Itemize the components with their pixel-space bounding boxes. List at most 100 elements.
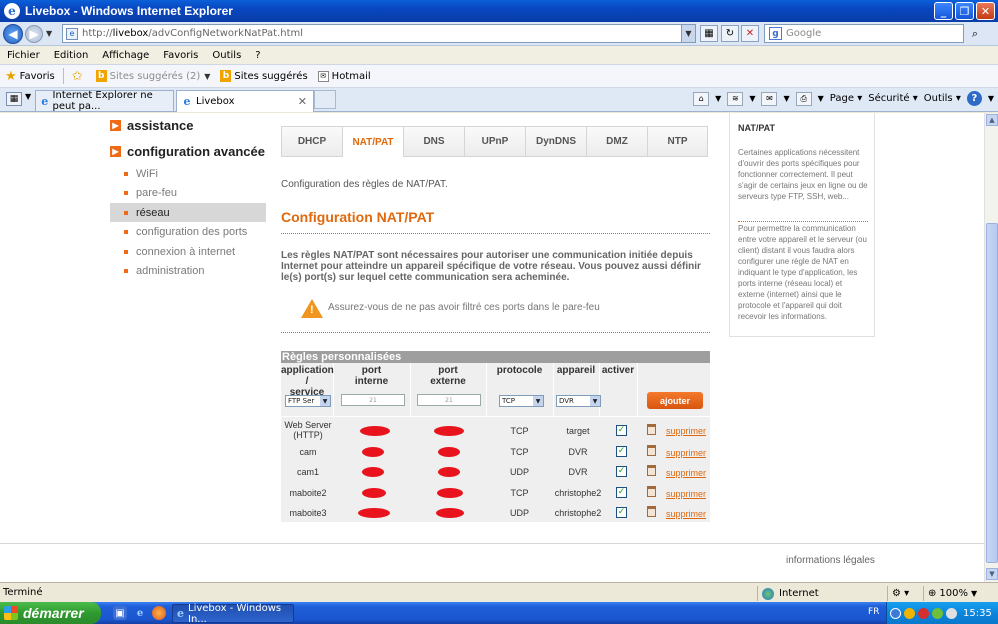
taskbar-item-livebox[interactable]: e Livebox - Windows In... (172, 603, 294, 624)
start-button[interactable]: démarrer (0, 602, 101, 624)
tools-menu[interactable]: Outils ▾ (924, 93, 961, 104)
address-dropdown-icon[interactable]: ▼ (681, 25, 695, 42)
tab-natpat[interactable]: NAT/PAT (342, 126, 403, 157)
tab-livebox[interactable]: e Livebox ✕ (176, 90, 314, 112)
menu-fichier[interactable]: Fichier (0, 50, 47, 61)
tab-ie-error[interactable]: e Internet Explorer ne peut pa... (35, 90, 174, 112)
tab-ntp[interactable]: NTP (647, 126, 708, 157)
stop-icon[interactable]: ✕ (741, 25, 759, 42)
trash-icon[interactable] (647, 506, 656, 517)
nav-assistance-label: assistance (127, 118, 194, 133)
delete-link[interactable]: supprimer (666, 489, 706, 499)
delete-link[interactable]: supprimer (666, 509, 706, 519)
minimize-button[interactable]: _ (934, 2, 953, 20)
search-input[interactable]: g Google (764, 24, 964, 43)
app-select[interactable]: FTP Ser ▼ (285, 395, 331, 407)
chevron-down-icon[interactable]: ▼ (749, 94, 755, 103)
delete-link[interactable]: supprimer (666, 448, 706, 458)
nav-item-internet[interactable]: connexion à internet (110, 242, 266, 261)
back-button[interactable]: ◀ (3, 23, 23, 44)
add-rule-button[interactable]: ajouter (647, 392, 703, 409)
protected-mode-icon[interactable]: ⚙ ▾ (887, 586, 923, 601)
maximize-button[interactable]: ❐ (955, 2, 974, 20)
volume-tray-icon[interactable] (946, 607, 957, 619)
mail-icon[interactable]: ✉ (761, 91, 778, 106)
external-port-input[interactable]: 21 (417, 394, 481, 406)
tab-dhcp[interactable]: DHCP (281, 126, 342, 157)
enable-checkbox[interactable]: ✓ (616, 507, 627, 518)
print-icon[interactable]: ⎙ (795, 91, 812, 106)
close-button[interactable]: ✕ (976, 2, 995, 20)
new-tab-button[interactable] (314, 90, 336, 109)
page-menu[interactable]: Page ▾ (830, 93, 862, 104)
scroll-down-icon[interactable]: ▼ (986, 568, 998, 580)
show-desktop-icon[interactable]: ▣ (113, 606, 127, 620)
forward-button[interactable]: ▶ (25, 24, 43, 43)
tab-dmz[interactable]: DMZ (586, 126, 647, 157)
tab-upnp[interactable]: UPnP (464, 126, 525, 157)
firefox-icon[interactable] (152, 606, 166, 620)
delete-link[interactable]: supprimer (666, 426, 706, 436)
suggested-sites-link[interactable]: b Sites suggérés (215, 70, 312, 82)
language-indicator[interactable]: FR (868, 607, 879, 617)
security-menu[interactable]: Sécurité ▾ (868, 93, 918, 104)
compatibility-icon[interactable]: ▦ (700, 25, 718, 42)
trash-icon[interactable] (647, 424, 656, 435)
ie-quicklaunch-icon[interactable]: e (133, 606, 147, 620)
help-icon[interactable]: ? (966, 91, 982, 106)
suggested-sites-disabled[interactable]: b Sites suggérés (2) ▼ (91, 70, 216, 82)
internal-port-input[interactable]: 21 (341, 394, 405, 406)
zone-indicator[interactable]: Internet (757, 586, 887, 601)
nav-item-wifi[interactable]: WiFi (110, 164, 266, 183)
scroll-up-icon[interactable]: ▲ (986, 114, 998, 126)
nav-item-network[interactable]: réseau (110, 203, 266, 222)
tab-dyndns[interactable]: DynDNS (525, 126, 586, 157)
chevron-down-icon[interactable]: ▼ (988, 94, 994, 103)
tab-list-icon[interactable]: ▼ (25, 92, 31, 101)
nav-advanced-config[interactable]: ▶ configuration avancée (110, 144, 265, 159)
menu-affichage[interactable]: Affichage (95, 50, 156, 61)
vertical-scrollbar[interactable]: ▲ ▼ (984, 113, 998, 582)
trash-icon[interactable] (647, 486, 656, 497)
feeds-icon[interactable]: ≋ (727, 91, 744, 106)
help-tray-icon[interactable] (890, 607, 901, 619)
legal-link[interactable]: informations légales (786, 555, 875, 566)
nav-assistance[interactable]: ▶ assistance (110, 118, 194, 133)
tab-dns[interactable]: DNS (403, 126, 464, 157)
hotmail-link[interactable]: ✉ Hotmail (313, 70, 376, 82)
menu-favoris[interactable]: Favoris (156, 50, 205, 61)
home-icon[interactable]: ⌂ (693, 91, 710, 106)
zoom-control[interactable]: ⊕ 100% ▼ (923, 586, 995, 601)
update-tray-icon[interactable] (932, 607, 943, 619)
menu-help[interactable]: ? (248, 50, 267, 61)
trash-icon[interactable] (647, 445, 656, 456)
nav-item-ports[interactable]: configuration des ports (110, 222, 266, 241)
delete-link[interactable]: supprimer (666, 468, 706, 478)
protocol-select[interactable]: TCP ▼ (499, 395, 544, 407)
refresh-icon[interactable]: ↻ (721, 25, 739, 42)
add-favorite-button[interactable]: ✩ (67, 69, 91, 84)
nav-item-firewall[interactable]: pare-feu (110, 183, 266, 202)
enable-checkbox[interactable]: ✓ (616, 425, 627, 436)
enable-checkbox[interactable]: ✓ (616, 487, 627, 498)
history-dropdown-icon[interactable]: ▼ (46, 29, 52, 38)
enable-checkbox[interactable]: ✓ (616, 446, 627, 457)
trash-icon[interactable] (647, 465, 656, 476)
search-icon[interactable]: ⌕ (966, 25, 984, 42)
device-select[interactable]: DVR ▼ (556, 395, 601, 407)
menu-outils[interactable]: Outils (205, 50, 248, 61)
chevron-down-icon[interactable]: ▼ (783, 94, 789, 103)
quick-tabs-icon[interactable]: ▦ (6, 92, 22, 106)
scrollbar-thumb[interactable] (986, 223, 998, 563)
network-tray-icon[interactable] (904, 607, 915, 619)
window-titlebar[interactable]: e Livebox - Windows Internet Explorer _ … (0, 0, 998, 22)
chevron-down-icon[interactable]: ▼ (715, 94, 721, 103)
close-tab-icon[interactable]: ✕ (298, 95, 307, 108)
security-tray-icon[interactable] (918, 607, 929, 619)
chevron-down-icon[interactable]: ▼ (818, 94, 824, 103)
favorites-button[interactable]: ★ Favoris (0, 69, 60, 84)
enable-checkbox[interactable]: ✓ (616, 466, 627, 477)
menu-edition[interactable]: Edition (47, 50, 96, 61)
nav-item-admin[interactable]: administration (110, 261, 266, 280)
address-bar[interactable]: e http://livebox/advConfigNetworkNatPat.… (62, 24, 696, 43)
